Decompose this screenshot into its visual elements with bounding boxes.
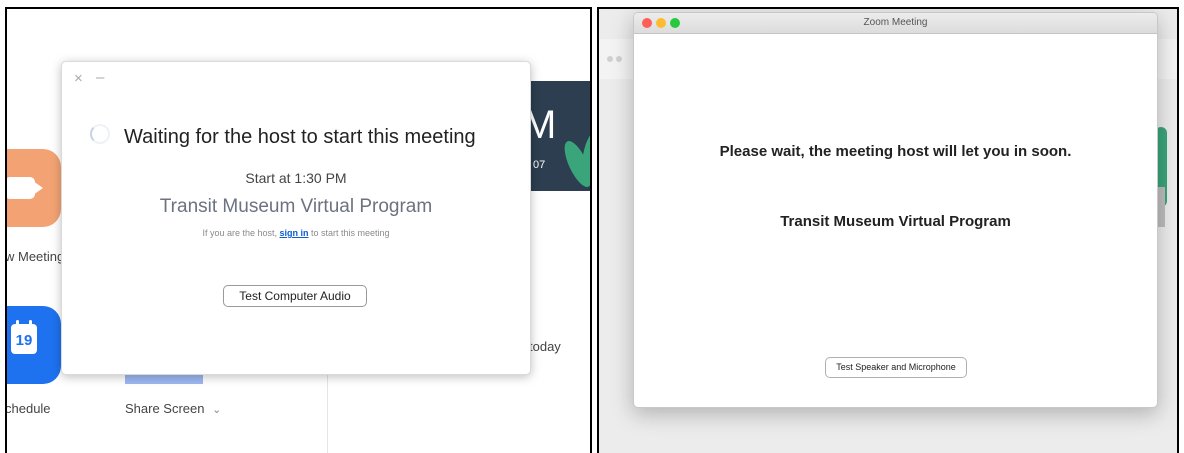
- banner-small-text: 07: [533, 159, 546, 171]
- waiting-for-host-dialog: × – Waiting for the host to start this m…: [61, 61, 531, 375]
- test-speaker-microphone-button[interactable]: Test Speaker and Microphone: [825, 357, 967, 378]
- video-camera-icon: [7, 177, 43, 199]
- calendar-icon: 19: [11, 320, 37, 354]
- host-sign-in-hint: If you are the host, sign in to start th…: [62, 228, 530, 238]
- dialog-title: Waiting for the host to start this meeti…: [124, 126, 476, 148]
- close-icon[interactable]: ×: [74, 70, 83, 87]
- left-screenshot-panel: M 07 w Meeting 19 chedule Share Screen ⌄…: [5, 7, 592, 453]
- right-screenshot-panel: Zoom Meeting Please wait, the meeting ho…: [597, 7, 1179, 453]
- new-meeting-button[interactable]: [7, 149, 61, 227]
- schedule-button[interactable]: 19: [7, 306, 61, 384]
- today-label: today: [529, 339, 561, 354]
- background-window-controls: [607, 49, 625, 67]
- new-meeting-label: w Meeting: [5, 249, 65, 264]
- share-screen-label[interactable]: Share Screen ⌄: [125, 401, 221, 416]
- host-hint-prefix: If you are the host,: [202, 228, 280, 238]
- waiting-room-message: Please wait, the meeting host will let y…: [719, 143, 1072, 160]
- start-time: Start at 1:30 PM: [245, 170, 347, 186]
- minimize-icon[interactable]: –: [96, 69, 104, 86]
- home-banner: M 07: [525, 81, 590, 191]
- sign-in-link[interactable]: sign in: [280, 228, 309, 238]
- share-screen-text: Share Screen: [125, 401, 205, 416]
- loading-spinner-icon: [90, 124, 110, 144]
- test-computer-audio-button[interactable]: Test Computer Audio: [223, 285, 367, 307]
- schedule-label: chedule: [5, 401, 51, 416]
- meeting-name: Transit Museum Virtual Program: [780, 213, 1011, 230]
- window-title: Zoom Meeting: [863, 17, 928, 28]
- chevron-down-icon[interactable]: ⌄: [212, 404, 221, 416]
- window-titlebar[interactable]: Zoom Meeting: [634, 13, 1157, 34]
- meeting-name: Transit Museum Virtual Program: [159, 196, 433, 217]
- host-hint-suffix: to start this meeting: [308, 228, 390, 238]
- zoom-meeting-window: Zoom Meeting Please wait, the meeting ho…: [633, 12, 1158, 408]
